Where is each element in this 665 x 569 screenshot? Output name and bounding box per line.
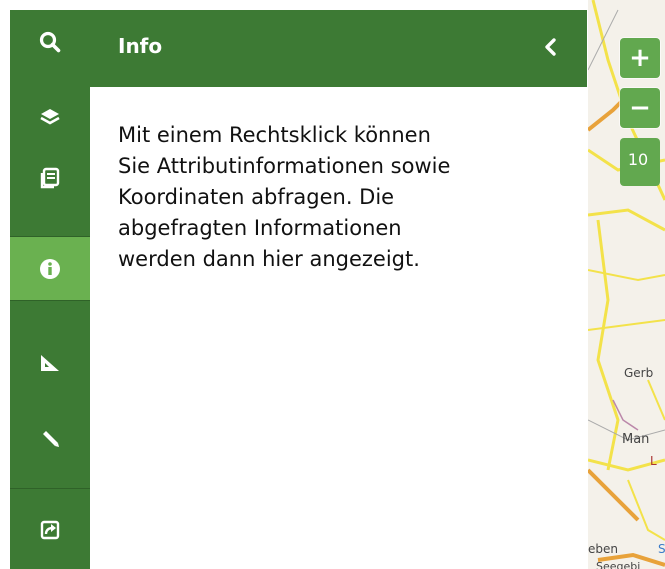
info-icon — [40, 258, 60, 279]
map-roads — [588, 0, 665, 569]
legend-icon — [40, 167, 60, 188]
info-panel: Info Mit einem Rechtsklick können Sie At… — [90, 10, 587, 569]
map-label-seegebiet: Seegebi — [596, 560, 641, 569]
sidebar-item-legend[interactable] — [10, 150, 90, 205]
panel-header: Info — [90, 10, 587, 87]
share-icon — [40, 520, 60, 540]
collapse-panel-button[interactable] — [535, 32, 565, 62]
ruler-triangle-icon — [41, 354, 59, 371]
map-label-eben: eben — [588, 542, 618, 556]
map-label-man: Man — [622, 432, 650, 447]
zoom-level-indicator: 10 — [620, 138, 660, 186]
map-label-s: S — [658, 542, 665, 556]
sidebar-nav — [10, 10, 90, 569]
sidebar-item-search[interactable] — [10, 10, 90, 73]
map-label-gerb: Gerb — [624, 366, 654, 380]
search-icon — [39, 31, 61, 52]
panel-title: Info — [118, 34, 163, 58]
pencil-icon — [43, 430, 59, 447]
chevron-left-icon — [545, 38, 556, 56]
info-panel-text: Mit einem Rechtsklick können Sie Attribu… — [118, 123, 451, 271]
zoom-in-button[interactable]: + — [620, 38, 660, 78]
map-view[interactable]: Gerb Man L eben S Seegebi — [588, 0, 665, 569]
layers-icon — [40, 108, 60, 124]
map-label-l: L — [650, 454, 657, 468]
sidebar-item-layers[interactable] — [10, 90, 90, 145]
zoom-out-button[interactable]: − — [620, 88, 660, 128]
sidebar-item-info[interactable] — [10, 237, 90, 300]
sidebar-item-draw[interactable] — [10, 410, 90, 465]
sidebar-item-share[interactable] — [10, 500, 90, 560]
sidebar-item-measure[interactable] — [10, 335, 90, 390]
